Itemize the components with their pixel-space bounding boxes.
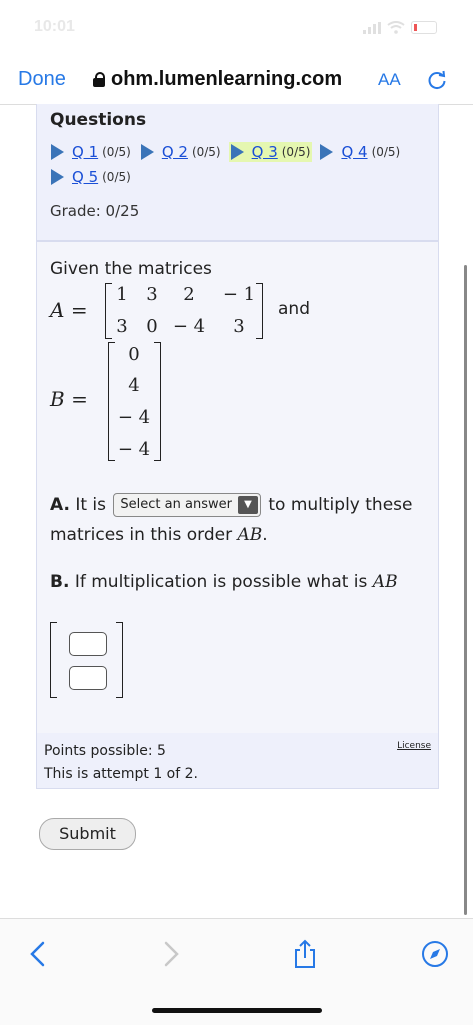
triangle-icon (140, 144, 154, 160)
answer-left-bracket (50, 622, 57, 698)
matrix-b-cell: − 4 (117, 407, 151, 428)
signal-icon (363, 21, 381, 34)
question-footer: Points possible: 5 This is attempt 1 of … (36, 733, 439, 789)
url-text: ohm.lumenlearning.com (111, 68, 343, 90)
question-link-5[interactable]: Q 5 (0/5) (49, 167, 133, 187)
browser-navbar: Done ohm.lumenlearning.com AA (0, 58, 473, 105)
triangle-icon (51, 169, 64, 185)
answer-right-bracket (116, 622, 123, 698)
url-bar[interactable]: ohm.lumenlearning.com (93, 68, 342, 91)
lock-icon (93, 72, 105, 87)
attempt-text: This is attempt 1 of 2. (44, 766, 198, 782)
share-icon[interactable] (290, 939, 320, 969)
forward-icon[interactable] (155, 939, 185, 969)
question-nav-row-2: Q 5 (0/5) (49, 167, 139, 187)
triangle-icon (51, 144, 64, 160)
answer-input-2[interactable] (69, 666, 107, 690)
text-size-button[interactable]: AA (378, 70, 401, 90)
answer-select[interactable]: Select an answer ▼ (113, 493, 261, 517)
wifi-icon (387, 21, 405, 34)
problem-intro: Given the matrices (50, 259, 212, 279)
scrollbar[interactable] (464, 265, 467, 915)
matrix-a-cell: − 1 (222, 284, 256, 305)
submit-button[interactable]: Submit (39, 818, 136, 850)
matrix-b-right-bracket (154, 342, 161, 461)
triangle-icon (320, 144, 334, 160)
home-indicator (152, 1008, 322, 1013)
question-link-1[interactable]: Q 1 (0/5) (49, 142, 133, 162)
compass-icon[interactable] (420, 939, 450, 969)
matrix-a-cell: 0 (146, 316, 158, 337)
matrix-a-cell: 2 (183, 284, 195, 305)
part-b: B. If multiplication is possible what is… (50, 572, 398, 592)
answer-input-1[interactable] (69, 632, 107, 656)
matrix-b-cell: − 4 (117, 439, 151, 460)
matrix-b-label: B = (50, 387, 88, 411)
battery-icon (411, 21, 437, 34)
matrix-a-cell: − 4 (172, 316, 206, 337)
and-text: and (278, 299, 310, 319)
matrix-b-cell: 4 (128, 375, 140, 396)
matrix-a-cell: 3 (146, 284, 158, 305)
grade-text: Grade: 0/25 (50, 202, 140, 220)
question-link-4[interactable]: Q 4 (0/5) (318, 142, 402, 162)
license-link[interactable]: License (397, 741, 431, 751)
matrix-a-label: A = (50, 298, 88, 322)
status-time: 10:01 (34, 18, 75, 35)
question-content: Given the matrices A = 1 3 2 − 1 3 0 − 4… (36, 241, 439, 735)
dropdown-arrow-icon: ▼ (237, 496, 258, 514)
question-link-3[interactable]: Q 3 (0/5) (228, 142, 313, 162)
matrix-a-cell: 3 (233, 316, 245, 337)
question-link-2[interactable]: Q 2 (0/5) (139, 142, 223, 162)
reload-icon[interactable] (426, 69, 448, 91)
points-possible: Points possible: 5 (44, 743, 166, 759)
browser-toolbar (0, 918, 473, 1025)
questions-panel: Questions Q 1 (0/5) Q 2 (0/5) Q 3 (0/5) Q 4… (36, 104, 439, 241)
status-icons (363, 21, 437, 34)
done-button[interactable]: Done (18, 68, 66, 91)
matrix-b-cell: 0 (128, 344, 140, 365)
status-bar: 10:01 (0, 0, 473, 58)
question-nav-row-1: Q 1 (0/5) Q 2 (0/5) Q 3 (0/5) Q 4 (0/5) (49, 142, 408, 162)
questions-title: Questions (50, 110, 147, 130)
back-icon[interactable] (24, 939, 54, 969)
triangle-icon (230, 144, 244, 160)
part-a: A. It is Select an answer ▼ to multiply t… (50, 493, 413, 545)
